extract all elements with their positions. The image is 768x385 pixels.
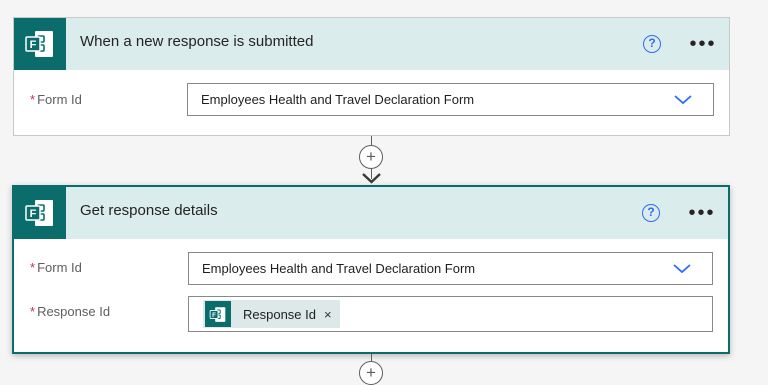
action-card-header[interactable]: F Get response details ? ••• bbox=[14, 187, 728, 239]
chevron-down-icon[interactable] bbox=[672, 261, 692, 275]
required-marker: * bbox=[30, 92, 36, 107]
trigger-card-header[interactable]: F When a new response is submitted ? ••• bbox=[14, 18, 729, 70]
microsoft-forms-icon: F bbox=[14, 187, 66, 239]
more-options-icon[interactable]: ••• bbox=[689, 34, 717, 58]
response-id-label: * Response Id bbox=[30, 304, 110, 319]
response-id-label-text: Response Id bbox=[37, 304, 111, 319]
add-step-button[interactable]: + bbox=[359, 145, 383, 169]
form-id-dropdown[interactable]: Employees Health and Travel Declaration … bbox=[187, 83, 714, 116]
remove-token-icon[interactable]: × bbox=[324, 307, 332, 322]
arrow-down-icon bbox=[362, 173, 381, 184]
add-step-button[interactable]: + bbox=[359, 361, 383, 385]
microsoft-forms-icon: F bbox=[205, 301, 231, 327]
microsoft-forms-icon: F bbox=[14, 18, 66, 70]
action-card-title: Get response details bbox=[80, 202, 218, 219]
help-icon[interactable]: ? bbox=[643, 35, 661, 53]
action-card[interactable]: F Get response details ? ••• * Form Id Em… bbox=[12, 185, 730, 354]
required-marker: * bbox=[30, 260, 36, 275]
svg-text:F: F bbox=[212, 311, 216, 318]
svg-text:F: F bbox=[30, 39, 37, 51]
response-id-input[interactable]: F Response Id × bbox=[188, 296, 713, 332]
svg-text:F: F bbox=[30, 208, 37, 220]
form-id-selected-value: Employees Health and Travel Declaration … bbox=[202, 261, 476, 276]
form-id-label: * Form Id bbox=[30, 260, 82, 275]
required-marker: * bbox=[30, 304, 36, 319]
help-icon[interactable]: ? bbox=[642, 204, 660, 222]
form-id-label-text: Form Id bbox=[37, 92, 82, 107]
chevron-down-icon[interactable] bbox=[673, 92, 693, 106]
trigger-card[interactable]: F When a new response is submitted ? •••… bbox=[13, 17, 730, 136]
form-id-selected-value: Employees Health and Travel Declaration … bbox=[201, 92, 475, 107]
form-id-label: * Form Id bbox=[30, 92, 82, 107]
token-label: Response Id bbox=[243, 306, 316, 322]
trigger-card-title: When a new response is submitted bbox=[80, 33, 314, 50]
form-id-dropdown[interactable]: Employees Health and Travel Declaration … bbox=[188, 252, 713, 285]
more-options-icon[interactable]: ••• bbox=[688, 203, 716, 227]
form-id-label-text: Form Id bbox=[37, 260, 82, 275]
dynamic-content-token[interactable]: F Response Id × bbox=[203, 300, 340, 328]
